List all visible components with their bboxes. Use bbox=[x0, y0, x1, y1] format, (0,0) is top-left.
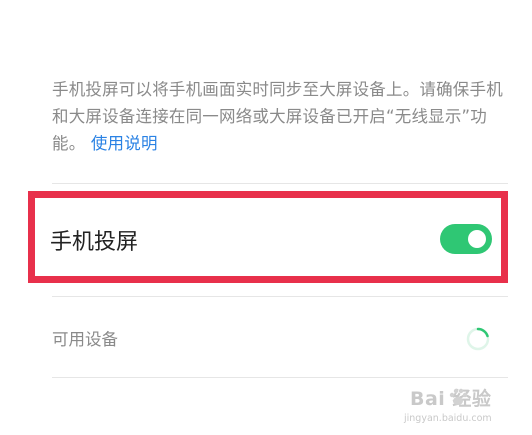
baidu-watermark: Bai 经验 jingyan.baidu.com bbox=[404, 384, 526, 432]
help-link[interactable]: 使用说明 bbox=[91, 134, 158, 153]
screen-cast-toggle[interactable] bbox=[440, 224, 492, 254]
watermark-sub-text: jingyan.baidu.com bbox=[404, 413, 492, 424]
available-devices-label: 可用设备 bbox=[52, 330, 118, 349]
toggle-knob bbox=[468, 230, 486, 248]
screen-cast-row[interactable]: 手机投屏 bbox=[50, 218, 496, 262]
screen-cast-label: 手机投屏 bbox=[50, 230, 139, 255]
loading-spinner-icon bbox=[466, 327, 490, 351]
cast-description: 手机投屏可以将手机画面实时同步至大屏设备上。请确保手机和大屏设备连接在同一网络或… bbox=[52, 76, 504, 157]
divider-bottom bbox=[52, 377, 508, 378]
divider-top bbox=[52, 183, 508, 184]
baidu-paw-icon bbox=[449, 388, 468, 405]
divider-middle bbox=[52, 296, 508, 297]
